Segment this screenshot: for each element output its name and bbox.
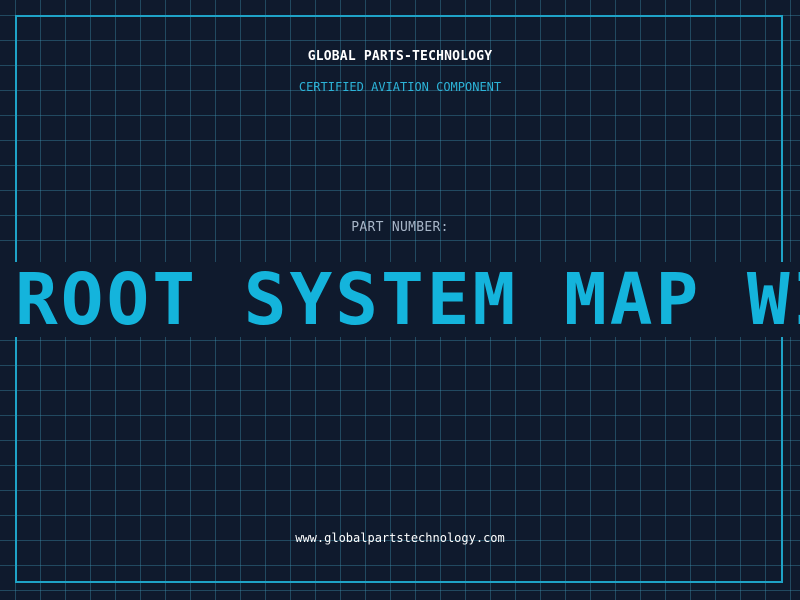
website-url: www.globalpartstechnology.com — [295, 531, 505, 545]
company-name: GLOBAL PARTS-TECHNOLOGY — [307, 49, 493, 64]
part-number-label: PART NUMBER: — [351, 220, 449, 235]
part-certificate-card: GLOBAL PARTS-TECHNOLOGY CERTIFIED AVIATI… — [0, 0, 800, 600]
part-number-band: ROOT SYSTEM MAP WI — [0, 262, 800, 337]
certification-tagline: CERTIFIED AVIATION COMPONENT — [298, 80, 502, 94]
part-number-value: ROOT SYSTEM MAP WI — [15, 262, 800, 337]
